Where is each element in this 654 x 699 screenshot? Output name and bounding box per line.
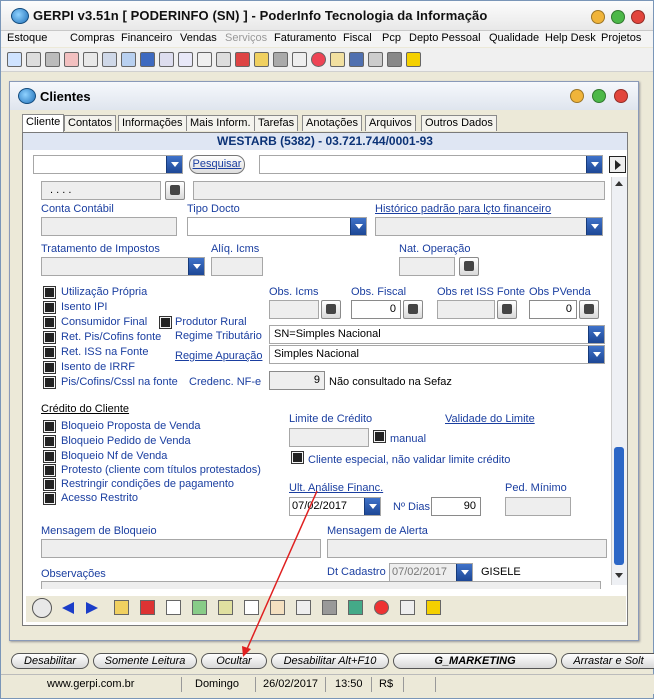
main-window: GERPI v3.51n [ PODERINFO (SN) ] - PoderI… — [0, 0, 654, 699]
arrow-line — [246, 490, 318, 650]
arrow-head — [242, 646, 251, 657]
annotation-arrow — [242, 490, 318, 657]
